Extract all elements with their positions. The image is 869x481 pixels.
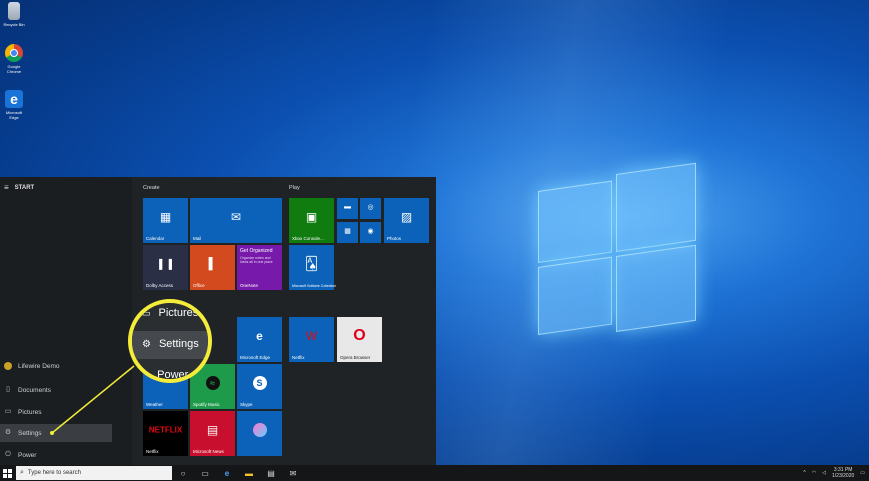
- clock[interactable]: 3:31 PM 1/23/2020: [832, 467, 854, 479]
- pictures-icon: ▭: [142, 307, 151, 318]
- tile-maps[interactable]: ◉: [360, 222, 381, 243]
- start-button[interactable]: [0, 465, 14, 481]
- edge-taskbar-icon[interactable]: e: [216, 469, 238, 478]
- magnified-settings[interactable]: ⚙ Settings: [142, 338, 199, 350]
- tile-mail[interactable]: ✉ Mail: [190, 198, 282, 243]
- tile-netflix[interactable]: NETFLIX Netflix: [143, 411, 188, 456]
- cards-icon: 🂡: [304, 255, 319, 271]
- tile-photos[interactable]: ▨ Photos: [384, 198, 429, 243]
- hamburger-icon: ≡: [4, 183, 9, 192]
- netflix-logo: NETFLIX: [148, 425, 183, 435]
- power-icon: ⏻: [142, 369, 150, 380]
- group-label-create: Create: [143, 185, 160, 191]
- tile-skype[interactable]: S Skype: [237, 364, 282, 409]
- tile-xbox[interactable]: ▣ Xbox Console...: [289, 198, 334, 243]
- news-icon: ▤: [206, 422, 219, 437]
- mail-icon: ✉: [230, 209, 242, 224]
- tile-netflix-app[interactable]: W Netflix: [289, 317, 334, 362]
- user-avatar-icon: [4, 362, 12, 370]
- dolby-icon: ▌▐: [159, 258, 172, 269]
- chrome-icon: [5, 44, 23, 62]
- windows-logo-wallpaper: [538, 159, 696, 341]
- task-view-icon[interactable]: ▭: [194, 469, 216, 478]
- start-menu: ≡ START Lifewire Demo ▯ Documents ▭ Pict…: [0, 177, 436, 465]
- tile-groove[interactable]: ◎: [360, 198, 381, 219]
- calculator-icon: ▦: [344, 227, 351, 235]
- taskbar-search[interactable]: ⌕ Type here to search: [16, 466, 172, 480]
- edge-icon: e: [5, 90, 23, 108]
- office-icon: ▌: [208, 257, 217, 270]
- windows-start-icon: [2, 468, 12, 478]
- desktop-icon-chrome[interactable]: Google Chrome: [2, 44, 26, 74]
- magnifier-circle: ▭ Pictures ⚙ Settings ⏻ Power: [128, 299, 212, 383]
- tile-calculator[interactable]: ▦: [337, 222, 358, 243]
- speaker-icon[interactable]: ◁: [822, 470, 826, 476]
- start-header[interactable]: ≡ START: [4, 183, 34, 192]
- film-icon: ▬: [344, 203, 351, 211]
- taskbar: ⌕ Type here to search ○ ▭ e ▬ ▤ ✉ ^ ◠ ◁ …: [0, 465, 869, 481]
- mail-taskbar-icon[interactable]: ✉: [282, 469, 304, 478]
- tile-movies[interactable]: ▬: [337, 198, 358, 219]
- netflix-app-icon: W: [305, 328, 318, 343]
- tile-opera[interactable]: O Opera Browser: [337, 317, 382, 362]
- rail-item-settings[interactable]: ⚙ Settings: [0, 424, 112, 442]
- tile-paint3d[interactable]: [237, 411, 282, 456]
- notification-icon[interactable]: ▭: [860, 470, 865, 476]
- tile-office[interactable]: ▌ Office: [190, 245, 235, 290]
- tile-dolby[interactable]: ▌▐ Dolby Access: [143, 245, 188, 290]
- rail-item-user[interactable]: Lifewire Demo: [0, 357, 112, 375]
- gear-icon: ⚙: [4, 429, 12, 436]
- opera-icon: O: [353, 326, 366, 344]
- tile-calendar[interactable]: ▦ Calendar: [143, 198, 188, 243]
- desktop-icon-edge[interactable]: e Microsoft Edge: [2, 90, 26, 120]
- webcam-icon: ◉: [367, 227, 374, 235]
- skype-icon: S: [252, 375, 267, 390]
- xbox-icon: ▣: [305, 209, 318, 224]
- tile-edge[interactable]: e Microsoft Edge: [237, 317, 282, 362]
- music-disc-icon: ◎: [367, 203, 374, 211]
- recycle-bin-icon: [8, 2, 20, 20]
- tile-solitaire[interactable]: 🂡 Microsoft Solitaire Collection: [289, 245, 336, 290]
- search-icon: ⌕: [20, 469, 24, 476]
- search-placeholder: Type here to search: [27, 470, 81, 476]
- desktop-icon-recycle-bin[interactable]: Recycle Bin: [2, 2, 26, 27]
- start-rail: ≡ START Lifewire Demo ▯ Documents ▭ Pict…: [0, 177, 132, 465]
- power-icon: ⏻: [5, 451, 11, 458]
- gear-icon: ⚙: [142, 338, 151, 350]
- photos-icon: ▨: [400, 209, 413, 224]
- rail-item-pictures[interactable]: ▭ Pictures: [0, 403, 112, 421]
- edge-icon: e: [256, 328, 263, 343]
- store-icon[interactable]: ▤: [260, 469, 282, 478]
- paint3d-icon: [252, 422, 267, 437]
- cortana-icon[interactable]: ○: [172, 469, 194, 478]
- document-icon: ▯: [6, 386, 10, 393]
- tile-onenote[interactable]: Get Organized Organize notes and ideas a…: [237, 245, 282, 290]
- magnified-pictures[interactable]: ▭ Pictures: [142, 307, 198, 319]
- chevron-up-icon[interactable]: ^: [803, 470, 805, 476]
- rail-item-documents[interactable]: ▯ Documents: [0, 381, 112, 399]
- pictures-icon: ▭: [4, 408, 12, 415]
- network-icon[interactable]: ◠: [812, 470, 816, 476]
- spotify-icon: ≈: [205, 375, 220, 390]
- calendar-icon: ▦: [159, 209, 172, 224]
- system-tray: ^ ◠ ◁ 3:31 PM 1/23/2020 ▭: [803, 465, 865, 481]
- rail-item-power[interactable]: ⏻ Power: [0, 446, 112, 464]
- file-explorer-icon[interactable]: ▬: [238, 469, 260, 478]
- tile-news[interactable]: ▤ Microsoft News: [190, 411, 235, 456]
- group-label-play: Play: [289, 185, 300, 191]
